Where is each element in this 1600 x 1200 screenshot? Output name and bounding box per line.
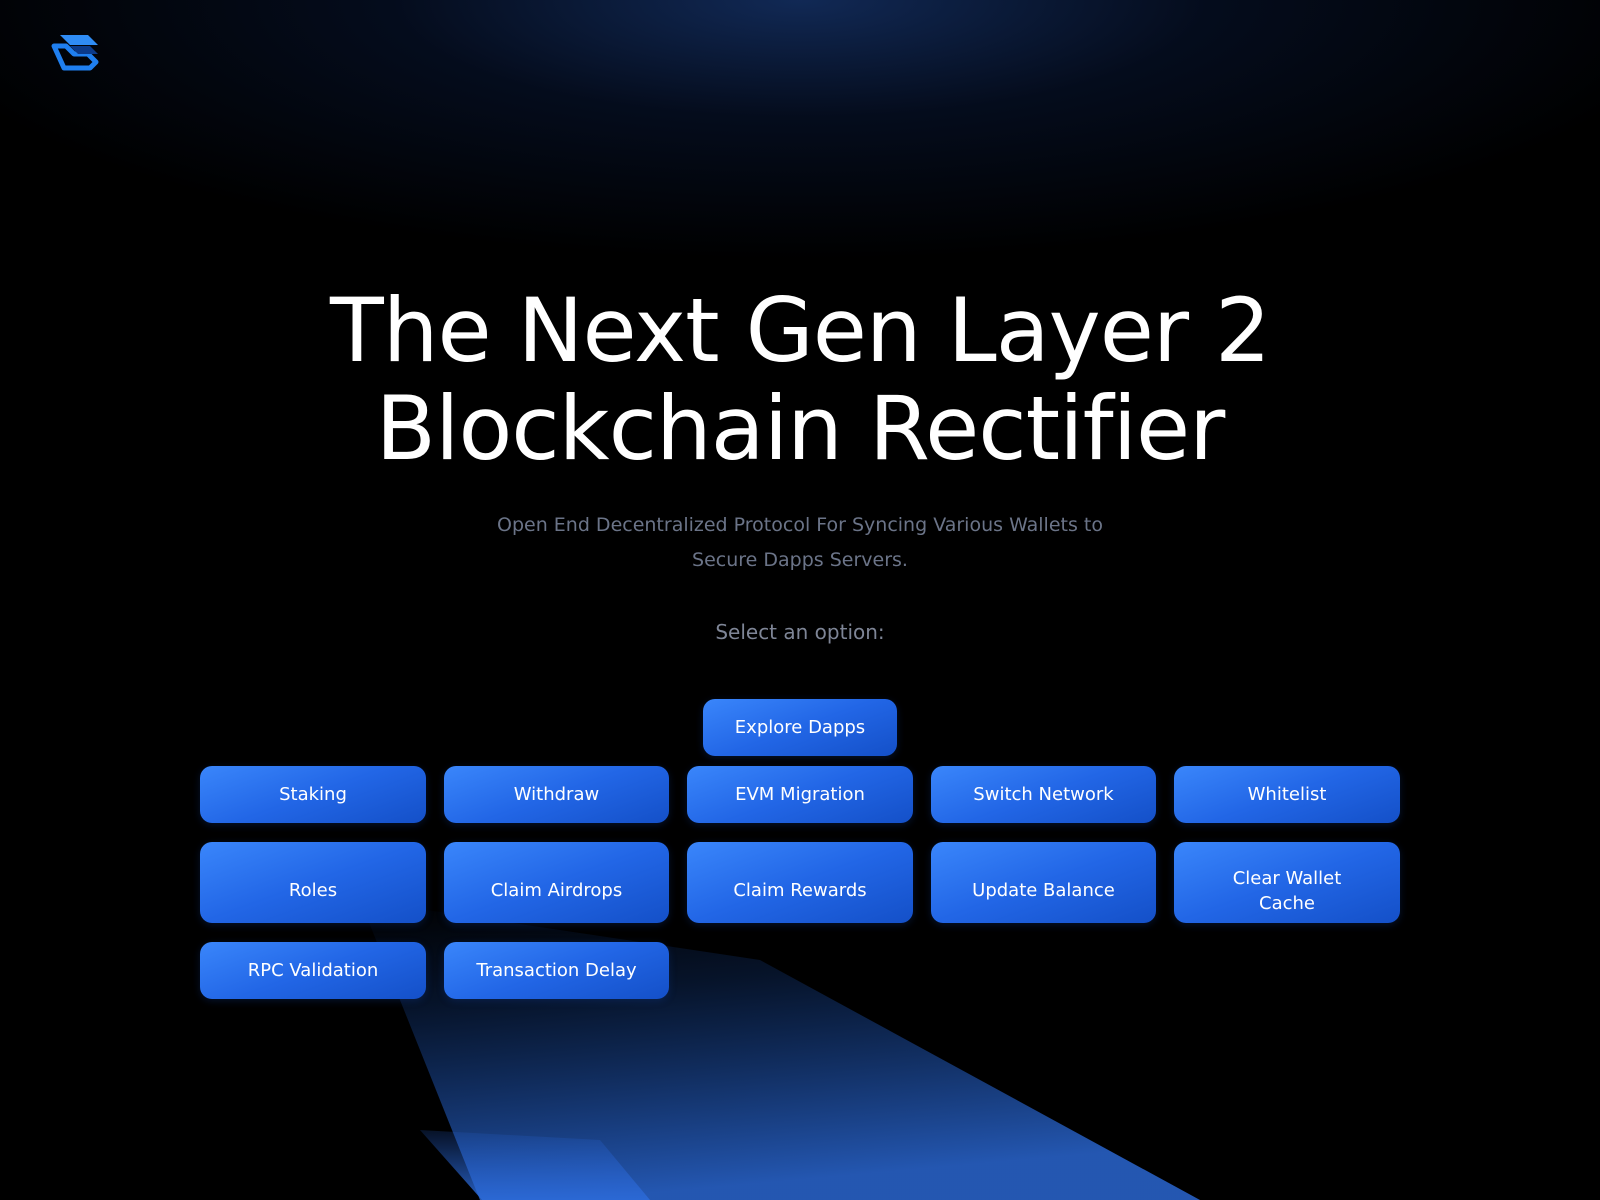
- brand-logo-icon[interactable]: [44, 32, 102, 74]
- hero-section: The Next Gen Layer 2 Blockchain Rectifie…: [0, 282, 1600, 646]
- claim-rewards-button[interactable]: Claim Rewards: [687, 842, 913, 923]
- transaction-delay-button[interactable]: Transaction Delay: [444, 942, 669, 999]
- clear-wallet-cache-button[interactable]: Clear Wallet Cache: [1174, 842, 1400, 923]
- rpc-validation-button[interactable]: RPC Validation: [200, 942, 426, 999]
- hero-subtitle: Open End Decentralized Protocol For Sync…: [497, 514, 1103, 571]
- landing-page: The Next Gen Layer 2 Blockchain Rectifie…: [0, 0, 1600, 1200]
- withdraw-button[interactable]: Withdraw: [444, 766, 669, 823]
- update-balance-button[interactable]: Update Balance: [931, 842, 1156, 923]
- whitelist-button[interactable]: Whitelist: [1174, 766, 1400, 823]
- title-line-1: The Next Gen Layer 2: [329, 279, 1271, 382]
- staking-button[interactable]: Staking: [200, 766, 426, 823]
- claim-airdrops-button[interactable]: Claim Airdrops: [444, 842, 669, 923]
- explore-dapps-button[interactable]: Explore Dapps: [703, 699, 897, 756]
- switch-network-button[interactable]: Switch Network: [931, 766, 1156, 823]
- page-title: The Next Gen Layer 2 Blockchain Rectifie…: [0, 282, 1600, 478]
- select-option-label: Select an option:: [715, 620, 885, 644]
- title-line-2: Blockchain Rectifier: [375, 377, 1226, 480]
- evm-migration-button[interactable]: EVM Migration: [687, 766, 913, 823]
- roles-button[interactable]: Roles: [200, 842, 426, 923]
